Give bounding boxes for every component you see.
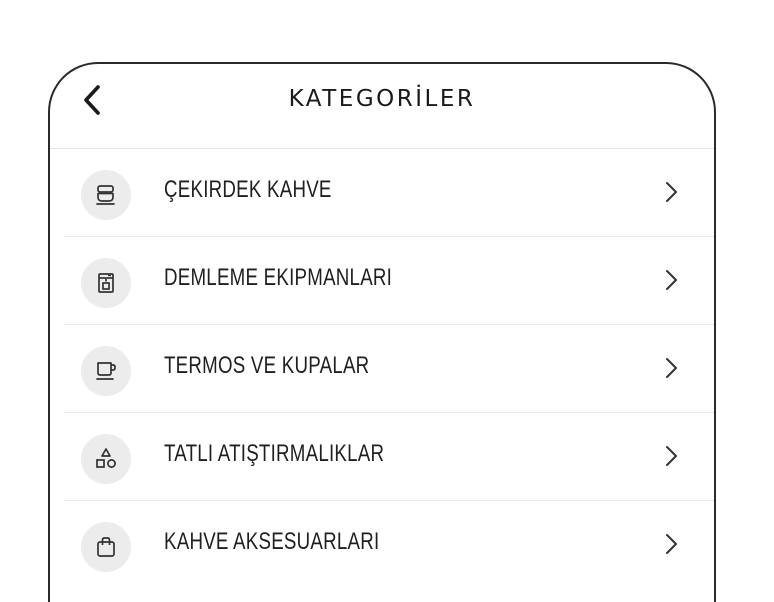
category-item-kahve-aksesuarlari[interactable]: KAHVE AKSESUARLARI xyxy=(50,501,714,589)
category-icon-badge xyxy=(81,346,131,396)
page-title: KATEGORİLER xyxy=(288,86,476,112)
shopping-bag-icon xyxy=(97,537,115,557)
category-item-cekirdek-kahve[interactable]: ÇEKIRDEK KAHVE xyxy=(50,149,714,237)
chevron-right-icon xyxy=(666,358,677,378)
category-icon-badge xyxy=(81,434,131,484)
chevron-right-icon xyxy=(666,270,677,290)
category-item-demleme-ekipmanlari[interactable]: DEMLEME EKIPMANLARI xyxy=(50,237,714,325)
coffee-machine-icon xyxy=(98,273,114,293)
category-item-termos-ve-kupalar[interactable]: TERMOS VE KUPALAR xyxy=(50,325,714,413)
mug-icon xyxy=(96,362,116,380)
category-label: KAHVE AKSESUARLARI xyxy=(164,528,380,555)
category-label: TATLI ATIŞTIRMALIKLAR xyxy=(164,440,385,467)
chevron-right-icon xyxy=(666,534,677,554)
category-label: DEMLEME EKIPMANLARI xyxy=(164,264,393,291)
category-label: ÇEKIRDEK KAHVE xyxy=(164,176,332,203)
category-icon-badge xyxy=(81,170,131,220)
chevron-right-icon xyxy=(666,182,677,202)
coffee-bowl-icon xyxy=(96,185,115,205)
category-list: ÇEKIRDEK KAHVE DEMLEME EKIPMANLARI TERMO… xyxy=(50,149,714,589)
category-item-tatli-atistirmaliklar[interactable]: TATLI ATIŞTIRMALIKLAR xyxy=(50,413,714,501)
category-label: TERMOS VE KUPALAR xyxy=(164,352,370,379)
phone-screen: KATEGORİLER ÇEKIRDEK KAHVE DEMLEME EKIPM… xyxy=(48,62,716,602)
chevron-right-icon xyxy=(666,446,677,466)
category-icon-badge xyxy=(81,522,131,572)
header: KATEGORİLER xyxy=(50,64,714,149)
category-icon-badge xyxy=(81,258,131,308)
shapes-icon xyxy=(96,448,116,468)
